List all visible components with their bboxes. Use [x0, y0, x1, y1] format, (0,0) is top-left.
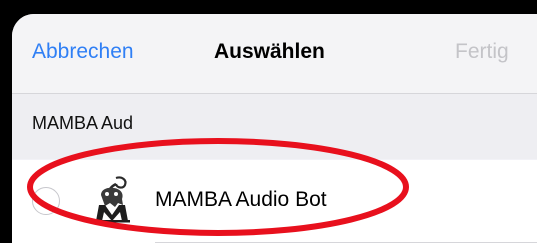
- page-title: Auswählen: [214, 40, 325, 63]
- cancel-button[interactable]: Abbrechen: [32, 40, 134, 64]
- search-text[interactable]: MAMBA Aud: [32, 113, 133, 134]
- annotation-circle: [27, 138, 409, 236]
- navigation-bar: Abbrechen Auswählen Fertig: [12, 14, 537, 94]
- done-button[interactable]: Fertig: [455, 40, 509, 64]
